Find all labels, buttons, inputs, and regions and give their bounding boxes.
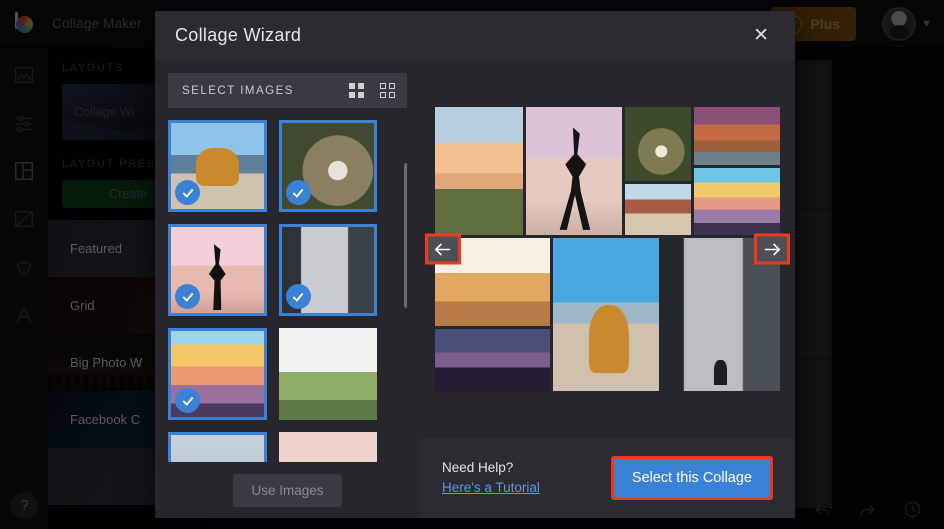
use-images-row: Use Images [168, 462, 407, 518]
preset-label: Facebook C [70, 412, 141, 427]
check-icon [285, 180, 311, 205]
next-collage-button[interactable] [754, 233, 790, 265]
check-icon [175, 180, 200, 205]
check-icon [175, 388, 200, 413]
collage-preview-stage [420, 60, 795, 438]
collage-cell-red-rock-canyon[interactable] [694, 107, 780, 165]
modal-footer: Need Help? Here's a Tutorial Select this… [420, 438, 795, 518]
preset-label: Featured [70, 241, 123, 256]
thumbnail-sunset-mountain-layers[interactable] [168, 328, 267, 420]
modal-header: Collage Wizard ✕ [155, 11, 795, 60]
collage-cell-woman-sitting-mountain-large[interactable] [553, 238, 659, 391]
modal-body: SELECT IMAGES Use Images Need Help? Here… [155, 60, 795, 518]
check-icon [175, 284, 200, 309]
select-this-collage-button[interactable]: Select this Collage [610, 456, 773, 500]
previous-collage-button[interactable] [425, 233, 461, 265]
thumbnail-pale-sky[interactable] [168, 432, 267, 462]
app-root: Collage Maker ★ Plus ▼ [0, 0, 944, 529]
thumbnail-pink-clouds[interactable] [278, 432, 377, 462]
thumbnail-waterfall-cliff[interactable] [278, 224, 377, 316]
collage-cell-joshua-tree-night-sky[interactable] [435, 329, 550, 391]
collage-cell-cactus-sunset[interactable] [435, 107, 523, 235]
preset-label: Grid [70, 298, 95, 313]
thumbnail-scroll-area[interactable] [168, 108, 407, 462]
collage-cell-tripod-silhouette[interactable] [526, 107, 622, 235]
thumbnail-pouring-coffee-mug[interactable] [278, 120, 377, 212]
collage-cell-van-desert-road[interactable] [625, 184, 691, 235]
collage-cell-sunset-mountain-vista[interactable] [694, 168, 780, 235]
select-images-title: SELECT IMAGES [182, 84, 294, 97]
thumbnail-scrollbar[interactable] [404, 163, 407, 308]
tutorial-link[interactable]: Here's a Tutorial [442, 478, 540, 498]
collage-preview[interactable] [435, 107, 780, 391]
thumbnail-hiker-silhouette[interactable] [168, 224, 267, 316]
use-images-button[interactable]: Use Images [233, 473, 342, 507]
collage-preview-panel: Need Help? Here's a Tutorial Select this… [420, 60, 795, 518]
preset-label: Big Photo W [70, 355, 143, 370]
thumbnail-grid [168, 120, 377, 462]
grid-large-icon[interactable] [349, 83, 364, 98]
collage-cell-coffee-mug-forest[interactable] [625, 107, 691, 181]
need-help-label: Need Help? [442, 459, 514, 475]
close-icon[interactable]: ✕ [747, 22, 775, 49]
grid-small-icon[interactable] [380, 83, 395, 98]
select-images-panel: SELECT IMAGES Use Images [155, 60, 420, 518]
collage-wizard-modal: Collage Wizard ✕ SELECT IMAGES Use Image… [155, 11, 795, 518]
modal-title: Collage Wizard [175, 25, 302, 45]
thumbnail-friends-arms-raised[interactable] [278, 328, 377, 420]
help-text-block: Need Help? Here's a Tutorial [442, 458, 540, 499]
thumbnail-woman-sitting-mountain[interactable] [168, 120, 267, 212]
select-images-header: SELECT IMAGES [168, 73, 407, 108]
check-icon [285, 284, 311, 309]
